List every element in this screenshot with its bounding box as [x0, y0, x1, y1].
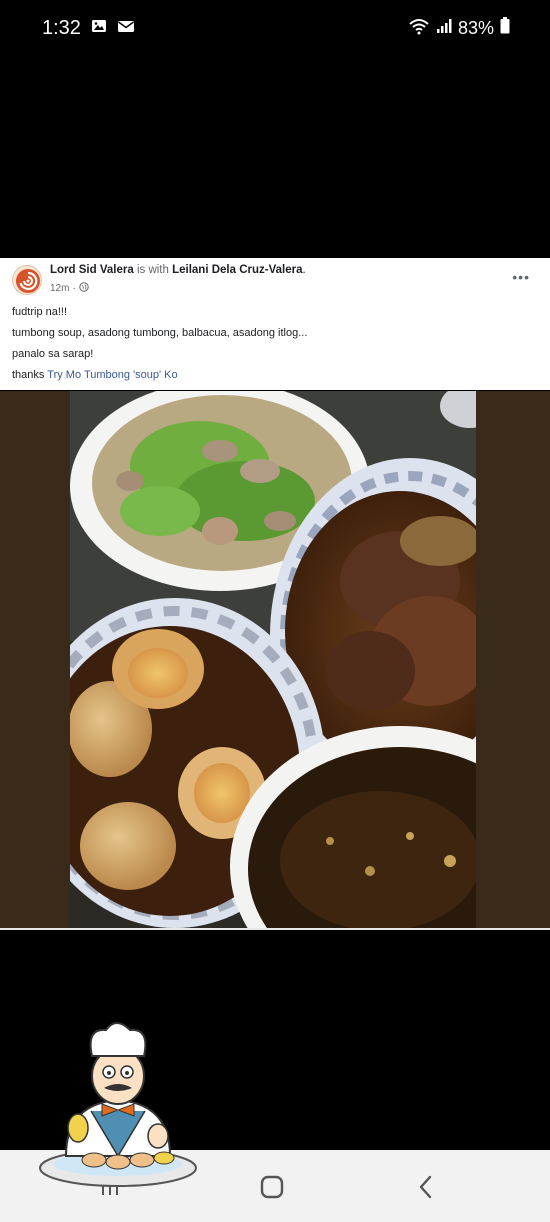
- tagged-name[interactable]: Leilani Dela Cruz-Valera: [172, 264, 302, 276]
- chef-mascot: [36, 1016, 200, 1200]
- tagged-suffix: .: [302, 264, 306, 276]
- page-link[interactable]: Try Mo Tumbong 'soup' Ko: [47, 369, 177, 381]
- status-bar: 1:32 83%: [0, 0, 550, 56]
- divider: [0, 928, 550, 930]
- battery-icon: [500, 17, 510, 39]
- globe-icon: [79, 282, 89, 295]
- post-card: Lord Sid Valera is with Leilani Dela Cru…: [0, 258, 550, 390]
- status-time: 1:32: [42, 16, 81, 39]
- more-options-button[interactable]: •••: [512, 269, 530, 285]
- food-photo: [70, 391, 476, 929]
- post-line: panalo sa sarap!: [12, 348, 94, 360]
- thanks-line: thanks Try Mo Tumbong 'soup' Ko: [12, 365, 307, 386]
- post-photo[interactable]: [0, 391, 550, 929]
- post-line: tumbong soup, asadong tumbong, balbacua,…: [12, 327, 308, 339]
- home-icon[interactable]: [252, 1172, 292, 1202]
- meta-separator: ·: [72, 283, 76, 294]
- wifi-icon: [408, 17, 430, 40]
- author-line: Lord Sid Valera is with Leilani Dela Cru…: [50, 264, 306, 276]
- author-name[interactable]: Lord Sid Valera: [50, 264, 134, 276]
- with-text: is with: [136, 264, 169, 276]
- thanks-prefix: thanks: [12, 369, 45, 381]
- post-meta: 12m ·: [50, 282, 89, 295]
- status-right: 83%: [408, 17, 510, 40]
- back-icon[interactable]: [406, 1172, 446, 1202]
- status-left: 1:32: [42, 17, 135, 40]
- post-time[interactable]: 12m: [50, 283, 69, 294]
- signal-icon: [436, 18, 452, 39]
- image-icon: [91, 18, 107, 39]
- battery-text: 83%: [457, 17, 494, 38]
- avatar[interactable]: [12, 265, 42, 295]
- post-line: fudtrip na!!!: [12, 306, 68, 318]
- post-text: fudtrip na!!! tumbong soup, asadong tumb…: [12, 302, 307, 386]
- post-header: Lord Sid Valera is with Leilani Dela Cru…: [10, 262, 540, 300]
- mail-icon: [117, 18, 135, 39]
